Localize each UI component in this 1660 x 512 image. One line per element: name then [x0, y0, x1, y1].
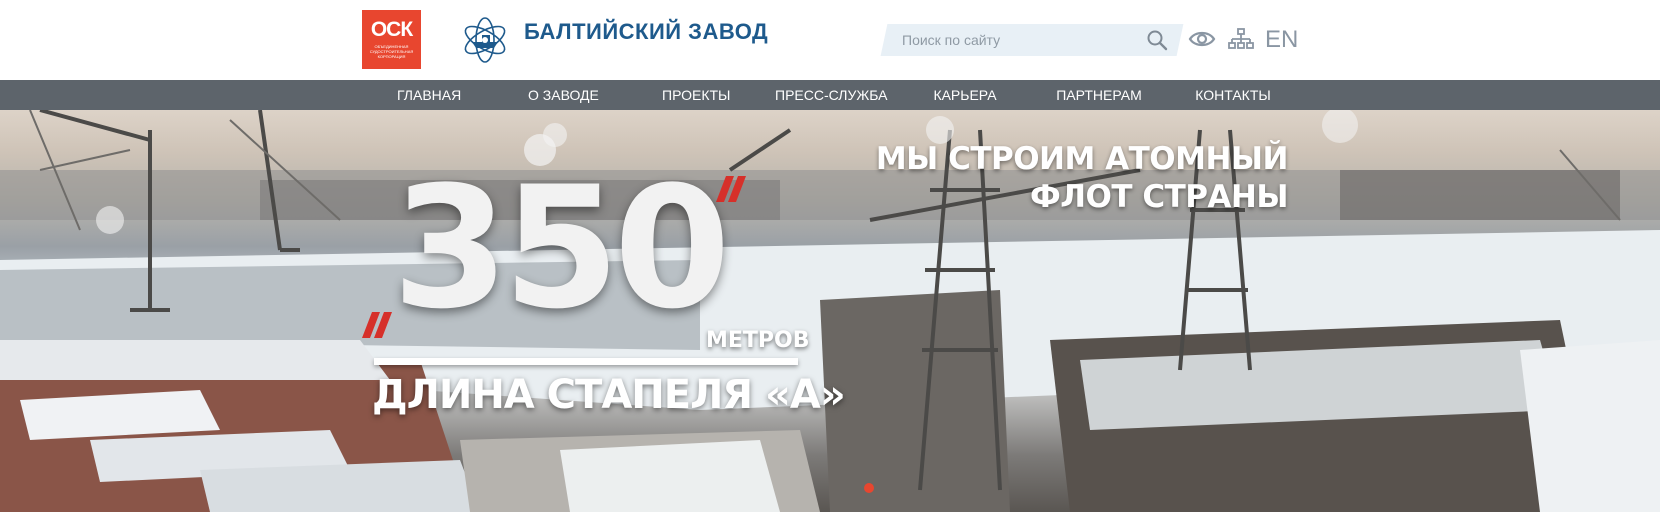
lang-switch-en[interactable]: EN — [1265, 26, 1298, 54]
hero-divider — [374, 358, 798, 365]
search-box — [880, 24, 1184, 56]
eye-icon[interactable] — [1188, 28, 1216, 50]
hero-slogan-line1: МЫ СТРОИМ АТОМНЫЙ — [875, 141, 1289, 177]
hero-big-number: 350 — [392, 150, 731, 346]
hero-banner: МЫ СТРОИМ АТОМНЫЙ ФЛОТ СТРАНЫ 350 МЕТРОВ… — [0, 110, 1660, 512]
hero-slogan-line2: ФЛОТ СТРАНЫ — [1030, 179, 1288, 215]
nav-item-home[interactable]: ГЛАВНАЯ — [397, 80, 461, 110]
hero-unit-label: МЕТРОВ — [706, 328, 810, 353]
baltic-emblem-icon — [464, 17, 506, 63]
sitemap-icon[interactable] — [1228, 28, 1254, 50]
nav-item-projects[interactable]: ПРОЕКТЫ — [662, 80, 730, 110]
shipyard-photo — [0, 110, 1660, 512]
hero-caption: ДЛИНА СТАПЕЛЯ «А» — [372, 372, 846, 418]
osk-logo-subtitle: ОБЪЕДИНЕННАЯ СУДОСТРОИТЕЛЬНАЯ КОРПОРАЦИЯ — [369, 44, 414, 59]
search-icon[interactable] — [1146, 29, 1168, 51]
search-input[interactable] — [902, 24, 1132, 56]
osk-logo-mark: ОСК — [370, 18, 413, 41]
nav-item-about[interactable]: О ЗАВОДЕ — [528, 80, 599, 110]
nav-item-partners[interactable]: ПАРТНЕРАМ — [1055, 80, 1143, 110]
site-header: ОСК ОБЪЕДИНЕННАЯ СУДОСТРОИТЕЛЬНАЯ КОРПОР… — [0, 0, 1660, 80]
slider-dot-active[interactable] — [864, 483, 874, 493]
nav-item-career[interactable]: КАРЬЕРА — [932, 80, 998, 110]
osk-logo[interactable]: ОСК ОБЪЕДИНЕННАЯ СУДОСТРОИТЕЛЬНАЯ КОРПОР… — [362, 10, 421, 69]
nav-item-press[interactable]: ПРЕСС-СЛУЖБА — [775, 80, 888, 110]
red-accent-mark-icon — [362, 312, 392, 338]
main-nav: ГЛАВНАЯ О ЗАВОДЕ ПРОЕКТЫ ПРЕСС-СЛУЖБА КА… — [0, 80, 1660, 110]
nav-item-contacts[interactable]: КОНТАКТЫ — [1194, 80, 1272, 110]
brand-name: БАЛТИЙСКИЙ ЗАВОД — [524, 19, 769, 44]
hero-slogan: МЫ СТРОИМ АТОМНЫЙ ФЛОТ СТРАНЫ — [875, 140, 1289, 216]
